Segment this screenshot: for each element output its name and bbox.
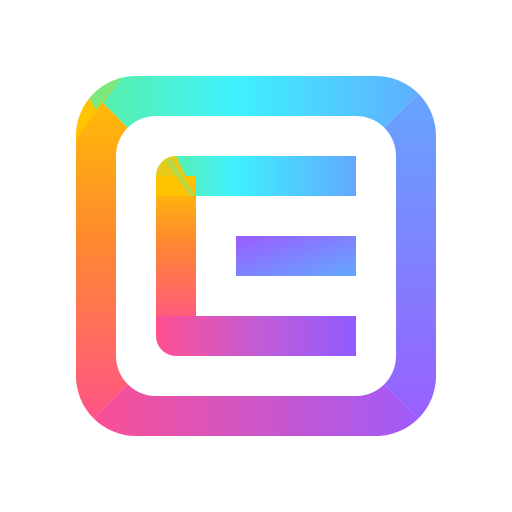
app-icon-canvas (0, 0, 512, 512)
letter-e-icon (156, 156, 356, 356)
app-logo-e-icon (76, 76, 436, 436)
